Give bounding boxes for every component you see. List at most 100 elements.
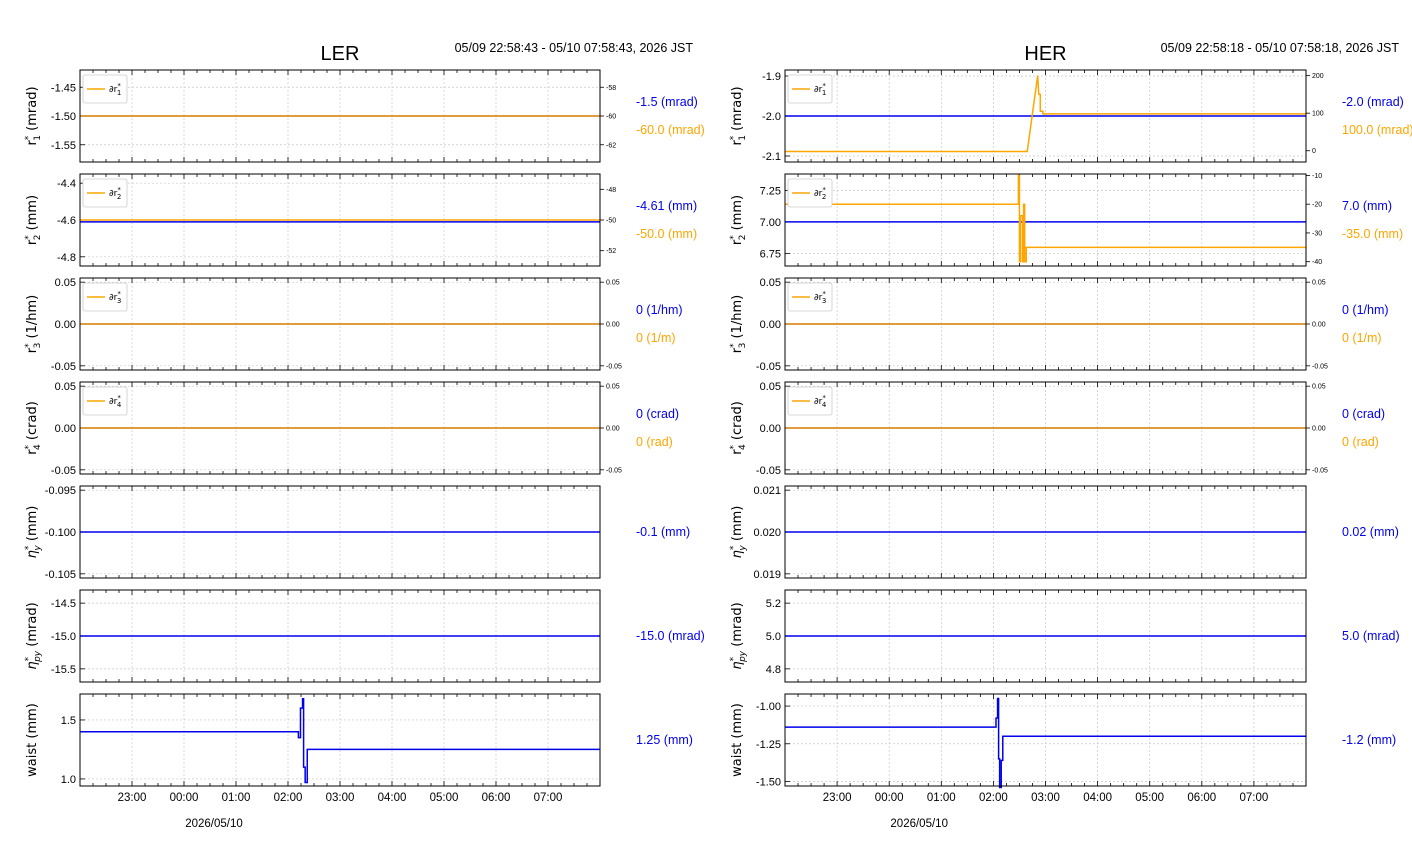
panel: 1.5 1.0 waist (mm) 1.25 (mm) [25,693,693,787]
right-y-tick-label: -20 [1312,202,1322,209]
value-annotation-secondary: 0 (rad) [1342,435,1379,449]
right-y-tick-label: -0.05 [606,363,622,370]
chart-ler: LER 05/09 22:58:43 - 05/10 07:58:43, 2026… [24,41,705,830]
right-y-tick-label: 0.00 [606,426,620,433]
x-tick-label: 03:00 [326,792,355,804]
x-tick-label: 05:00 [430,792,459,804]
y-tick-label: 0.019 [753,569,781,581]
right-y-tick-label: 0.05 [1312,384,1326,391]
y-tick-label: 6.75 [760,248,781,260]
value-annotation-secondary: 100.0 (mrad) [1342,123,1412,137]
value-annotation-primary: 0.02 (mm) [1342,525,1399,539]
x-tick-label: 05:00 [1135,792,1164,804]
value-annotation-primary: 7.0 (mm) [1342,199,1392,213]
panel: -1.9 -2.0 -2.1 200 100 0 ∂r* 1 r*1 (mrad) -2.0 (m… [729,69,1412,163]
y-axis-label: r*4 (crad) [24,401,43,455]
legend-label: ∂r* 1 [814,82,826,97]
right-y-tick-label: 0.05 [606,280,620,287]
y-tick-label: 0.05 [55,381,76,393]
y-tick-label: -0.100 [45,527,76,539]
y-tick-label: 4.8 [766,664,781,676]
y-tick-label: -2.1 [762,151,781,163]
right-y-tick-label: -50 [606,218,616,225]
y-tick-label: 1.0 [61,774,76,786]
value-annotation-secondary: 0 (rad) [636,435,673,449]
y-axis-label: waist (mm) [730,703,745,777]
y-tick-label: -1.00 [756,701,781,713]
legend-label: ∂r* 3 [814,290,826,305]
value-annotation-primary: -0.1 (mm) [636,525,690,539]
x-tick-label: 23:00 [823,792,852,804]
date-label: 2026/05/10 [890,818,948,830]
panel: 7.25 7.00 6.75 -10 -20 -30 -40 ∂r* 2 r*2 (mm) 7.0 … [729,173,1403,267]
value-annotation-primary: -1.5 (mrad) [636,95,698,109]
right-y-tick-label: -40 [1312,259,1322,266]
y-axis-label: η*y (mm) [24,506,43,559]
legend-label: ∂r* 4 [814,394,827,409]
y-tick-label: -0.105 [45,569,76,581]
right-y-tick-label: -58 [606,85,616,92]
panel: -1.00 -1.25 -1.50 waist (mm) -1.2 (mm) [730,693,1396,788]
time-range: 05/09 22:58:18 - 05/10 07:58:18, 2026 JS… [1161,41,1400,55]
panel: 0.05 0.00 -0.05 0.05 0.00 -0.05 ∂r* 3 r*3 (1/hm)… [729,277,1389,373]
y-tick-label: -0.05 [51,465,76,477]
legend-label: ∂r* 1 [109,82,121,97]
right-y-tick-label: -60 [606,114,616,121]
y-tick-label: 0.00 [55,319,76,331]
right-y-tick-label: 0.00 [1312,426,1326,433]
y-tick-label: 0.00 [760,319,781,331]
right-y-tick-label: 0.05 [606,384,620,391]
y-axis-label: r*4 (crad) [729,401,748,455]
y-tick-label: -4.6 [57,215,76,227]
y-tick-label: -14.5 [51,598,76,610]
value-annotation-primary: 0 (1/hm) [636,303,683,317]
chart-her: HER 05/09 22:58:18 - 05/10 07:58:18, 2026… [729,41,1412,830]
right-y-tick-label: 0.00 [606,322,620,329]
y-tick-label: 0.05 [760,277,781,289]
right-y-tick-label: 200 [1312,73,1324,80]
y-tick-label: 5.2 [766,598,781,610]
value-annotation-primary: -1.2 (mm) [1342,733,1396,747]
x-tick-label: 00:00 [875,792,904,804]
y-tick-label: 7.25 [760,185,781,197]
panel: 0.05 0.00 -0.05 0.05 0.00 -0.05 ∂r* 4 r*4 (crad)… [24,381,679,477]
y-axis-label: r*1 (mrad) [24,86,43,145]
value-annotation-primary: -15.0 (mrad) [636,629,705,643]
x-tick-label: 06:00 [1187,792,1216,804]
x-tick-label: 04:00 [1083,792,1112,804]
x-tick-label: 04:00 [378,792,407,804]
right-y-tick-label: -0.05 [1312,363,1328,370]
y-axis-label: η*py (mrad) [729,602,748,669]
y-tick-label: -1.50 [51,111,76,123]
x-tick-label: 03:00 [1031,792,1060,804]
value-annotation-primary: -2.0 (mrad) [1342,95,1404,109]
value-annotation-secondary: -50.0 (mm) [636,227,697,241]
panel: 0.05 0.00 -0.05 0.05 0.00 -0.05 ∂r* 3 r*3 (1/hm)… [24,277,683,373]
legend-label: ∂r* 2 [814,186,826,201]
x-tick-label: 02:00 [274,792,303,804]
value-annotation-primary: 0 (crad) [636,407,679,421]
x-tick-label: 00:00 [170,792,199,804]
value-annotation-primary: 5.0 (mrad) [1342,629,1400,643]
y-axis-label: r*3 (1/hm) [729,295,748,353]
right-y-tick-label: -10 [1312,173,1322,180]
x-tick-label: 01:00 [927,792,956,804]
panel: -14.5 -15.0 -15.5 η*py (mrad) -15.0 (mrad) [24,589,705,683]
right-y-tick-label: 0.00 [1312,322,1326,329]
value-annotation-secondary: 0 (1/m) [636,331,676,345]
value-annotation-primary: 0 (1/hm) [1342,303,1389,317]
value-annotation-primary: 1.25 (mm) [636,733,693,747]
x-tick-label: 23:00 [118,792,147,804]
right-y-tick-label: 0 [1312,148,1316,155]
legend-label: ∂r* 2 [109,186,121,201]
y-tick-label: -1.55 [51,140,76,152]
y-tick-label: -0.095 [45,485,76,497]
x-tick-label: 02:00 [979,792,1008,804]
panel: 5.2 5.0 4.8 η*py (mrad) 5.0 (mrad) [729,589,1400,683]
right-y-tick-label: -52 [606,248,616,255]
y-tick-label: -2.0 [762,111,781,123]
y-axis-label: r*2 (mm) [729,195,748,245]
value-annotation-primary: 0 (crad) [1342,407,1385,421]
value-annotation-secondary: 0 (1/m) [1342,331,1382,345]
value-annotation-secondary: -35.0 (mm) [1342,227,1403,241]
